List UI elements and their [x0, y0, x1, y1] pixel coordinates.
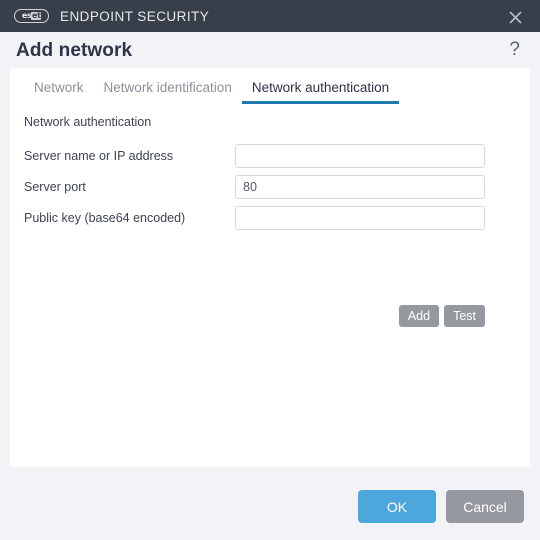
- add-button[interactable]: Add: [398, 305, 440, 327]
- public-key-label: Public key (base64 encoded): [24, 210, 186, 225]
- server-port-input[interactable]: [235, 174, 485, 199]
- tab-network-identification[interactable]: Network identification: [94, 80, 242, 105]
- tab-network-authentication[interactable]: Network authentication: [241, 80, 400, 104]
- server-name-label: Server name or IP address: [24, 148, 174, 163]
- public-key-input[interactable]: [235, 205, 485, 230]
- section-heading: Network authentication: [24, 115, 152, 129]
- eset-logo-right: et: [31, 11, 42, 20]
- form-row-server-port: Server port: [10, 171, 530, 202]
- eset-logo-icon: es et: [14, 9, 49, 23]
- cancel-button[interactable]: Cancel: [446, 490, 524, 523]
- window-titlebar: es et ENDPOINT SECURITY: [0, 0, 540, 32]
- ok-button[interactable]: OK: [358, 490, 436, 523]
- page-title: Add network: [16, 40, 133, 61]
- content-panel: Network Network identification Network a…: [10, 68, 530, 467]
- form-row-server-name: Server name or IP address: [10, 140, 530, 171]
- eset-add-network-dialog: es et ENDPOINT SECURITY Add network ? Net…: [0, 0, 540, 540]
- eset-brand: es et ENDPOINT SECURITY: [14, 9, 209, 24]
- eset-logo-left: es: [21, 11, 32, 20]
- server-name-input[interactable]: [235, 143, 485, 168]
- tab-network[interactable]: Network: [24, 80, 94, 105]
- dialog-footer: OK Cancel: [358, 490, 524, 523]
- help-icon[interactable]: ?: [509, 40, 520, 59]
- product-name: ENDPOINT SECURITY: [60, 8, 210, 24]
- tab-bar: Network Network identification Network a…: [10, 76, 530, 104]
- authentication-form: Server name or IP address Server port Pu…: [10, 140, 530, 327]
- form-action-buttons: Add Test: [235, 305, 485, 327]
- server-port-label: Server port: [24, 179, 86, 194]
- test-button[interactable]: Test: [444, 305, 485, 327]
- form-row-public-key: Public key (base64 encoded): [10, 202, 530, 233]
- close-icon[interactable]: [506, 8, 524, 26]
